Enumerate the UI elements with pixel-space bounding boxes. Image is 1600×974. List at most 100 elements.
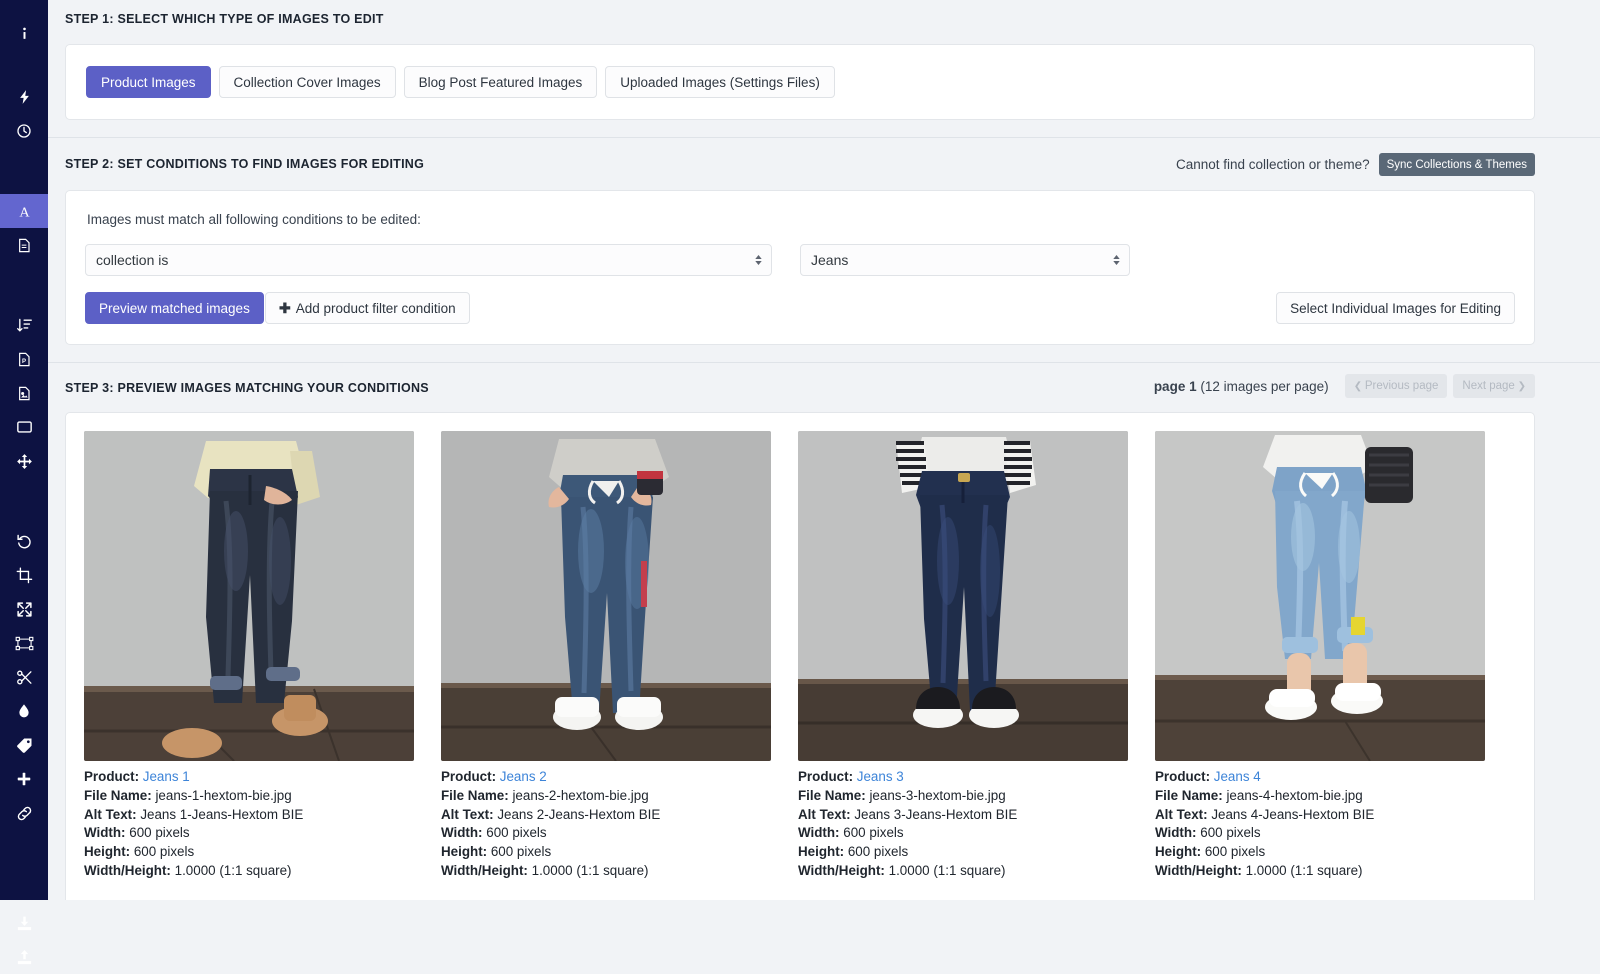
next-page-button[interactable]: Next page ❯ <box>1453 374 1535 398</box>
transform-icon[interactable] <box>0 626 48 660</box>
width-value: 600 pixels <box>843 825 903 840</box>
image-card: Product: Jeans 3 File Name: jeans-3-hext… <box>798 431 1128 900</box>
conditions-label: Images must match all following conditio… <box>87 212 421 227</box>
product-thumbnail[interactable] <box>84 431 414 761</box>
product-link[interactable]: Jeans 1 <box>143 769 190 784</box>
sync-collections-themes-button[interactable]: Sync Collections & Themes <box>1379 153 1535 176</box>
sync-question-label: Cannot find collection or theme? <box>1176 157 1370 172</box>
condition-type-select[interactable]: collection is <box>85 244 772 276</box>
ratio-value: 1.0000 (1:1 square) <box>175 863 292 878</box>
width-label: Width: <box>441 825 483 840</box>
svg-text:P: P <box>22 358 26 364</box>
alt-text-value: Jeans 4-Jeans-Hextom BIE <box>1211 807 1374 822</box>
plus-icon: ✚ <box>279 300 291 317</box>
sort-icon[interactable] <box>0 308 48 342</box>
product-link[interactable]: Jeans 2 <box>500 769 547 784</box>
step1-heading: STEP 1: SELECT WHICH TYPE OF IMAGES TO E… <box>65 12 384 26</box>
preview-matched-images-button[interactable]: Preview matched images <box>85 292 264 324</box>
section-divider <box>48 362 1600 363</box>
tag-icon[interactable] <box>0 728 48 762</box>
step2-heading: STEP 2: SET CONDITIONS TO FIND IMAGES FO… <box>65 157 424 171</box>
chevron-left-icon: ❮ <box>1354 381 1365 392</box>
ratio-label: Width/Height: <box>798 863 885 878</box>
rectangle-icon[interactable] <box>0 410 48 444</box>
height-label: Height: <box>1155 844 1201 859</box>
add-product-filter-condition-button[interactable]: ✚ Add product filter condition <box>265 292 470 324</box>
height-value: 600 pixels <box>848 844 908 859</box>
height-label: Height: <box>798 844 844 859</box>
product-link[interactable]: Jeans 4 <box>1214 769 1261 784</box>
page-note: (12 images per page) <box>1200 379 1328 394</box>
page-label: page 1 <box>1154 379 1197 394</box>
alt-text-label: Alt Text: <box>84 807 137 822</box>
scissors-icon[interactable] <box>0 660 48 694</box>
tab-uploaded-images[interactable]: Uploaded Images (Settings Files) <box>605 66 835 98</box>
image-metadata: Product: Jeans 4 File Name: jeans-4-hext… <box>1155 768 1485 881</box>
tab-product-images[interactable]: Product Images <box>86 66 211 98</box>
product-thumbnail[interactable] <box>441 431 771 761</box>
move-icon[interactable] <box>0 444 48 478</box>
clock-icon[interactable] <box>0 114 48 148</box>
file-name-icon[interactable] <box>0 228 48 262</box>
width-label: Width: <box>798 825 840 840</box>
resize-icon[interactable] <box>0 592 48 626</box>
condition-type-value: collection is <box>96 252 168 268</box>
image-metadata: Product: Jeans 1 File Name: jeans-1-hext… <box>84 768 414 881</box>
alt-text-value: Jeans 3-Jeans-Hextom BIE <box>854 807 1017 822</box>
image-card: Product: Jeans 1 File Name: jeans-1-hext… <box>84 431 414 900</box>
product-thumbnail[interactable] <box>1155 431 1485 761</box>
file-name-label: File Name: <box>84 788 152 803</box>
previous-page-button[interactable]: ❮ Previous page <box>1345 374 1448 398</box>
alt-text-value: Jeans 1-Jeans-Hextom BIE <box>140 807 303 822</box>
left-toolbar: A P <box>0 0 48 900</box>
sidebar-item-alt-text[interactable]: A <box>0 194 48 228</box>
conditions-panel: Images must match all following conditio… <box>65 190 1535 345</box>
step3-heading: STEP 3: PREVIEW IMAGES MATCHING YOUR CON… <box>65 381 429 395</box>
droplet-icon[interactable] <box>0 694 48 728</box>
width-label: Width: <box>84 825 126 840</box>
image-metadata: Product: Jeans 3 File Name: jeans-3-hext… <box>798 768 1128 881</box>
file-name-value: jeans-2-hextom-bie.jpg <box>512 788 648 803</box>
plus-icon[interactable] <box>0 762 48 796</box>
download-icon[interactable] <box>0 906 48 940</box>
ratio-label: Width/Height: <box>441 863 528 878</box>
file-name-value: jeans-4-hextom-bie.jpg <box>1226 788 1362 803</box>
rotate-icon[interactable] <box>0 524 48 558</box>
tab-collection-cover-images[interactable]: Collection Cover Images <box>219 66 396 98</box>
page-file-icon[interactable]: P <box>0 342 48 376</box>
main-content: STEP 1: SELECT WHICH TYPE OF IMAGES TO E… <box>48 0 1600 900</box>
height-label: Height: <box>441 844 487 859</box>
condition-value-select[interactable]: Jeans <box>800 244 1130 276</box>
ratio-value: 1.0000 (1:1 square) <box>1246 863 1363 878</box>
width-value: 600 pixels <box>486 825 546 840</box>
condition-value: Jeans <box>811 252 848 268</box>
height-value: 600 pixels <box>134 844 194 859</box>
info-icon[interactable] <box>0 16 48 50</box>
ratio-value: 1.0000 (1:1 square) <box>532 863 649 878</box>
image-metadata: Product: Jeans 2 File Name: jeans-2-hext… <box>441 768 771 881</box>
select-individual-images-button[interactable]: Select Individual Images for Editing <box>1276 292 1515 324</box>
link-icon[interactable] <box>0 796 48 830</box>
ratio-value: 1.0000 (1:1 square) <box>889 863 1006 878</box>
file-name-label: File Name: <box>798 788 866 803</box>
file-name-label: File Name: <box>441 788 509 803</box>
upload-icon[interactable] <box>0 940 48 974</box>
height-value: 600 pixels <box>1205 844 1265 859</box>
file-name-value: jeans-1-hextom-bie.jpg <box>155 788 291 803</box>
image-card: Product: Jeans 4 File Name: jeans-4-hext… <box>1155 431 1485 900</box>
tab-blog-post-featured-images[interactable]: Blog Post Featured Images <box>404 66 598 98</box>
product-thumbnail[interactable] <box>798 431 1128 761</box>
image-file-icon[interactable] <box>0 376 48 410</box>
add-condition-label: Add product filter condition <box>296 301 456 316</box>
pagination: page 1 (12 images per page) ❮ Previous p… <box>1154 374 1535 398</box>
alt-text-label: Alt Text: <box>1155 807 1208 822</box>
ratio-label: Width/Height: <box>1155 863 1242 878</box>
ratio-label: Width/Height: <box>84 863 171 878</box>
product-label: Product: <box>84 769 139 784</box>
product-link[interactable]: Jeans 3 <box>857 769 904 784</box>
width-value: 600 pixels <box>129 825 189 840</box>
product-label: Product: <box>1155 769 1210 784</box>
bolt-icon[interactable] <box>0 80 48 114</box>
chevron-right-icon: ❯ <box>1515 381 1526 392</box>
crop-icon[interactable] <box>0 558 48 592</box>
